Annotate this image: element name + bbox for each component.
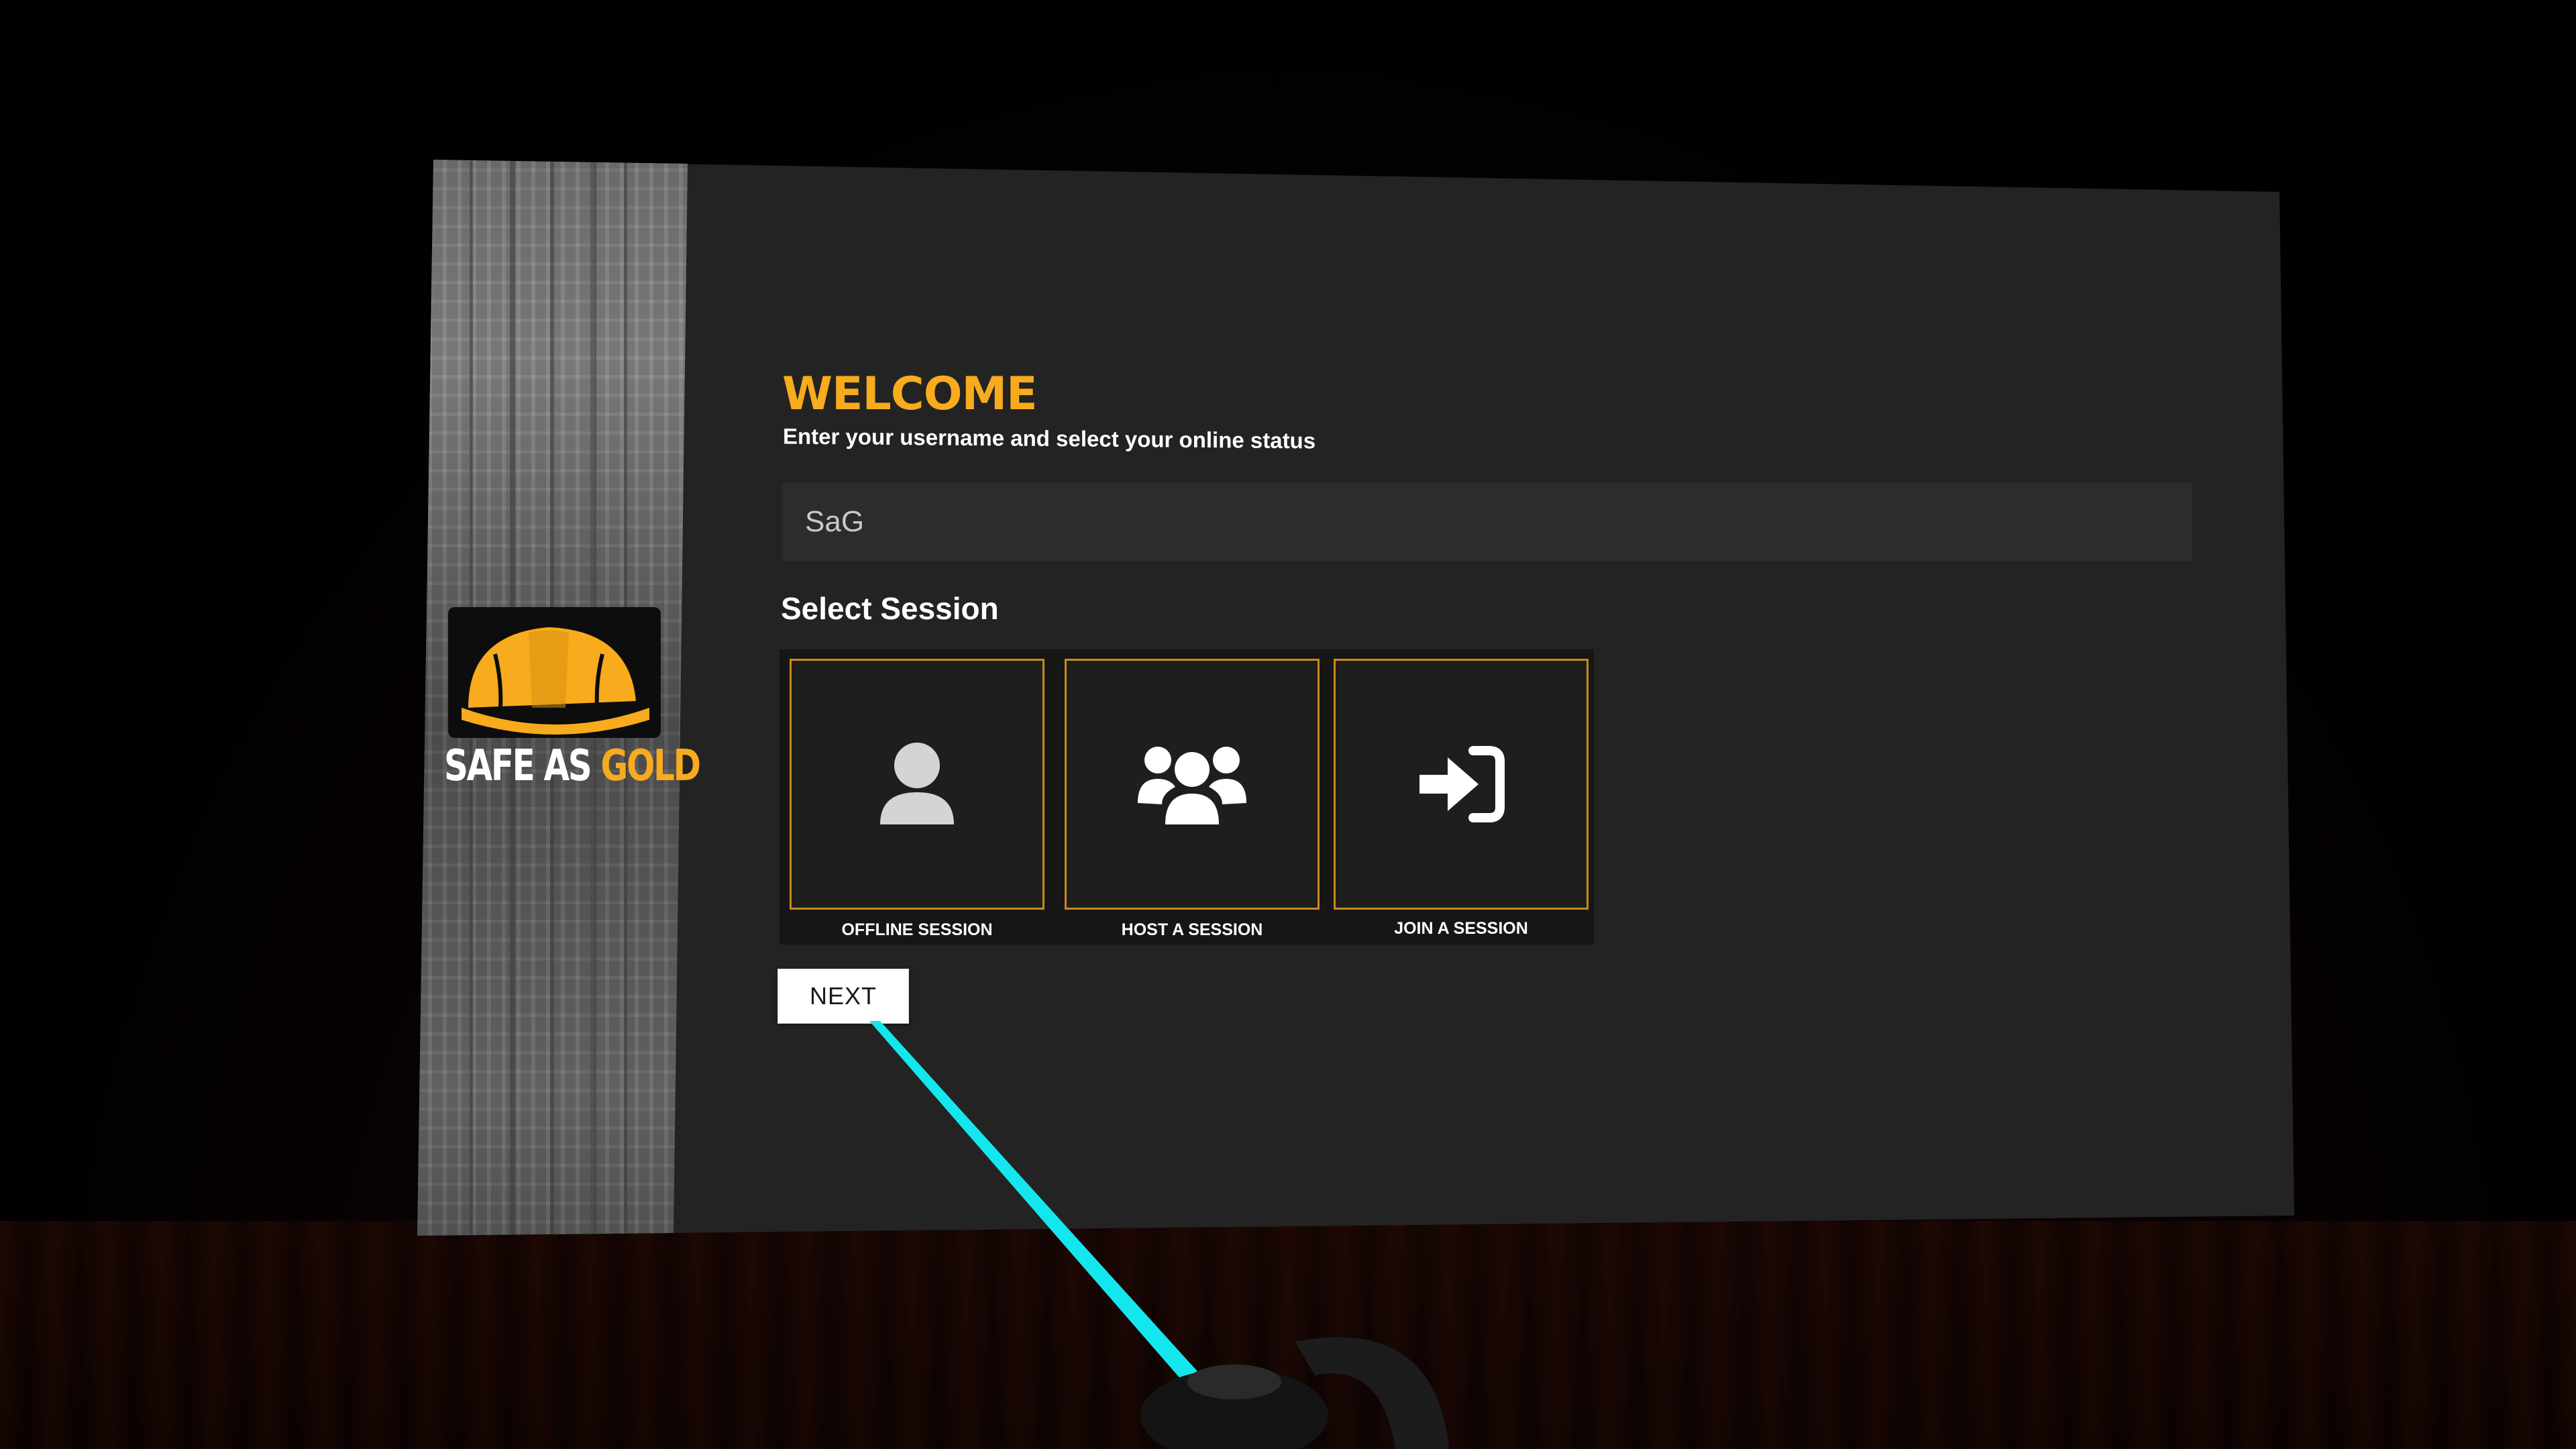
vr-controller: [1140, 1337, 1449, 1449]
vr-scene: SAFE AS GOLD WELCOME Enter your username…: [0, 0, 2576, 1449]
vr-pointer-laser: [869, 1021, 1449, 1449]
